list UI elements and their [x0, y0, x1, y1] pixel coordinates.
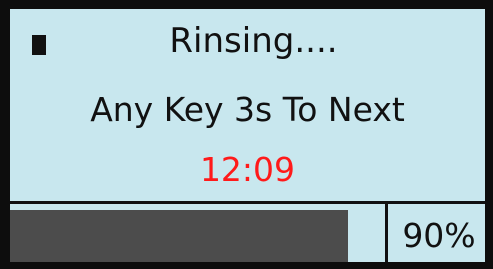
progress-bar: [10, 204, 388, 262]
prompt-text: Any Key 3s To Next: [90, 90, 405, 129]
status-text: Rinsing....: [169, 21, 338, 61]
progress-percent-label: 90%: [402, 216, 476, 255]
device-display-frame: Rinsing.... Any Key 3s To Next 12:09 90%: [0, 0, 493, 269]
lcd-screen: Rinsing.... Any Key 3s To Next 12:09 90%: [10, 9, 485, 262]
timer-readout: 12:09: [199, 150, 296, 189]
progress-bar-fill: [10, 210, 348, 262]
